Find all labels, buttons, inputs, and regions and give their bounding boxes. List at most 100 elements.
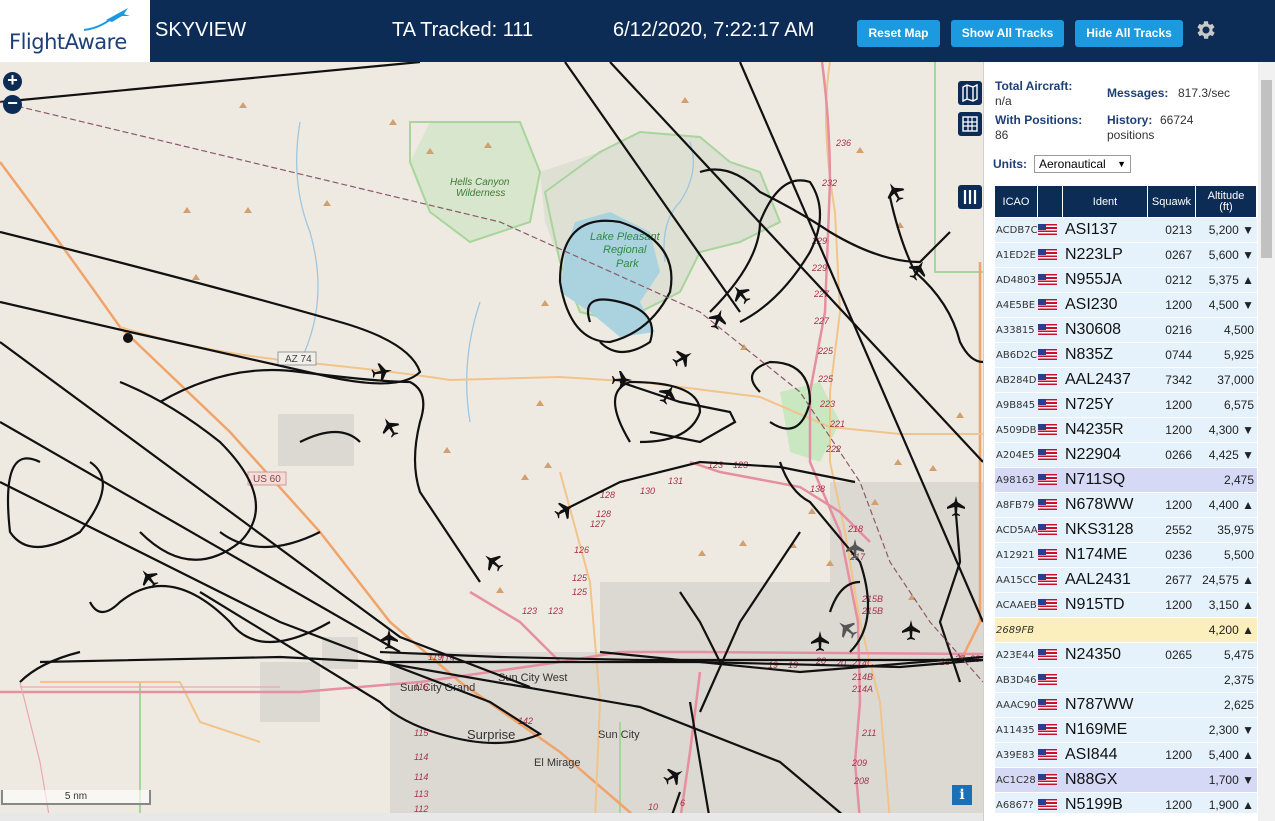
table-row[interactable]: A204E5 N22904 0266 4,425 ▼ bbox=[995, 443, 1257, 468]
route-number: 223 bbox=[819, 399, 835, 409]
cell-icao: A23E44 bbox=[996, 649, 1035, 661]
cell-squawk: 0216 bbox=[1165, 323, 1192, 337]
aircraft-icon[interactable] bbox=[670, 345, 696, 371]
flag-icon bbox=[1038, 421, 1063, 439]
table-row[interactable]: AB284D AAL2437 7342 37,000 bbox=[995, 368, 1257, 393]
cell-ident: NKS3128 bbox=[1065, 521, 1134, 538]
aircraft-icon[interactable] bbox=[612, 371, 632, 389]
cell-squawk: 1200 bbox=[1165, 798, 1192, 812]
col-ident[interactable]: Ident bbox=[1063, 186, 1148, 217]
table-row[interactable]: AA15CC AAL2431 2677 24,575 ▲ bbox=[995, 568, 1257, 593]
cell-altitude: 6,575 bbox=[1223, 398, 1254, 412]
table-row[interactable]: AD4803 N955JA 0212 5,375 ▲ bbox=[995, 268, 1257, 293]
table-row[interactable]: 2689FB 4,200 ▲ bbox=[995, 618, 1257, 643]
aircraft-icon[interactable] bbox=[728, 281, 755, 308]
map-canvas[interactable]: Hells Canyon Wilderness Lake Pleasant Re… bbox=[0, 62, 983, 821]
reset-map-button[interactable]: Reset Map bbox=[857, 20, 940, 47]
label-sun-city: Sun City bbox=[598, 729, 640, 741]
cell-squawk: 1200 bbox=[1165, 598, 1192, 612]
cell-ident: ASI844 bbox=[1065, 746, 1118, 763]
aircraft-panel: Total Aircraft: n/a With Positions: 86 M… bbox=[983, 62, 1275, 821]
grid-button[interactable] bbox=[958, 112, 982, 136]
info-icon[interactable]: i bbox=[952, 785, 972, 805]
zoom-out-button[interactable]: − bbox=[3, 94, 22, 114]
aircraft-icon[interactable] bbox=[882, 179, 908, 205]
flag-icon bbox=[1038, 646, 1063, 664]
label-regional: Regional bbox=[603, 244, 647, 256]
table-row[interactable]: A8FB79 N678WW 1200 4,400 ▲ bbox=[995, 493, 1257, 518]
grid-icon bbox=[962, 116, 978, 132]
table-row[interactable]: AB3D46 2,375 bbox=[995, 668, 1257, 693]
table-row[interactable]: A509DB N4235R 1200 4,300 ▼ bbox=[995, 418, 1257, 443]
table-row[interactable]: A1ED2E N223LP 0267 5,600 ▼ bbox=[995, 243, 1257, 268]
col-altitude[interactable]: Altitude (ft) bbox=[1196, 186, 1257, 217]
columns-button[interactable] bbox=[958, 185, 982, 209]
cell-altitude: 2,625 bbox=[1223, 698, 1254, 712]
units-select[interactable]: Aeronautical ▼ bbox=[1034, 155, 1131, 173]
table-row[interactable]: A9B845 N725Y 1200 6,575 bbox=[995, 393, 1257, 418]
cell-icao: A4E5BE bbox=[996, 299, 1036, 311]
cell-squawk: 1200 bbox=[1165, 398, 1192, 412]
history-value: 66724 bbox=[1160, 113, 1194, 127]
scrollbar-thumb[interactable] bbox=[1261, 80, 1272, 258]
table-row[interactable]: A39E83 ASI844 1200 5,400 ▲ bbox=[995, 743, 1257, 768]
map-view[interactable]: Hells Canyon Wilderness Lake Pleasant Re… bbox=[0, 62, 983, 821]
col-flag[interactable] bbox=[1038, 186, 1063, 217]
cell-icao: AB6D2C bbox=[996, 349, 1038, 361]
table-row[interactable]: AAAC90 N787WW 2,625 bbox=[995, 693, 1257, 718]
cell-icao: AD4803 bbox=[996, 274, 1036, 286]
flightaware-logo[interactable]: FlightAware bbox=[0, 0, 150, 62]
table-row[interactable]: A11435 N169ME 2,300 ▼ bbox=[995, 718, 1257, 743]
aircraft-icon[interactable] bbox=[380, 629, 398, 649]
cell-altitude: 2,475 bbox=[1223, 473, 1254, 487]
flag-icon bbox=[1038, 721, 1063, 739]
table-row[interactable]: ACAAEB N915TD 1200 3,150 ▲ bbox=[995, 593, 1257, 618]
col-squawk[interactable]: Squawk bbox=[1148, 186, 1196, 217]
cell-squawk: 1200 bbox=[1165, 498, 1192, 512]
col-icao[interactable]: ICAO bbox=[995, 186, 1038, 217]
label-surprise: Surprise bbox=[467, 727, 515, 742]
table-row[interactable]: ACDB7C ASI137 0213 5,200 ▼ bbox=[995, 218, 1257, 243]
table-row[interactable]: A6867? N5199B 1200 1,900 ▲ bbox=[995, 793, 1257, 813]
map-layer-button[interactable] bbox=[958, 81, 982, 105]
zoom-in-button[interactable]: + bbox=[3, 71, 22, 91]
cell-icao: A509DB bbox=[996, 424, 1037, 436]
cell-icao: A98163 bbox=[996, 474, 1035, 486]
aircraft-icon[interactable] bbox=[552, 497, 578, 523]
aircraft-icon[interactable] bbox=[377, 414, 403, 440]
flag-icon bbox=[1038, 546, 1063, 564]
horizontal-scrollbar[interactable] bbox=[0, 813, 983, 821]
cell-icao: A11435 bbox=[996, 724, 1035, 736]
total-aircraft-label: Total Aircraft: bbox=[995, 79, 1073, 93]
table-row[interactable]: A98163 N711SQ 2,475 bbox=[995, 468, 1257, 493]
cell-squawk: 0267 bbox=[1165, 248, 1192, 262]
cell-altitude: 3,150 ▲ bbox=[1208, 598, 1254, 612]
table-row[interactable]: A23E44 N24350 0265 5,475 bbox=[995, 643, 1257, 668]
logo-text: FlightAware bbox=[9, 30, 127, 54]
columns-icon bbox=[963, 190, 977, 204]
table-row[interactable]: A12921 N174ME 0236 5,500 bbox=[995, 543, 1257, 568]
aircraft-icon[interactable] bbox=[480, 549, 507, 576]
route-number: 227 bbox=[813, 316, 830, 326]
route-number: 127 bbox=[590, 519, 606, 529]
sidebar-scrollbar[interactable] bbox=[1258, 62, 1275, 821]
table-row[interactable]: A33815 N30608 0216 4,500 bbox=[995, 318, 1257, 343]
route-number: 125 bbox=[572, 573, 588, 583]
gear-icon[interactable] bbox=[1193, 18, 1217, 42]
table-row[interactable]: A4E5BE ASI230 1200 4,500 ▼ bbox=[995, 293, 1257, 318]
cell-ident: N955JA bbox=[1065, 271, 1122, 288]
flag-icon bbox=[1038, 396, 1063, 414]
route-number: 6 bbox=[680, 798, 685, 808]
table-row[interactable]: ACD5AA NKS3128 2552 35,975 bbox=[995, 518, 1257, 543]
cell-icao: 2689FB bbox=[996, 624, 1035, 636]
flag-icon bbox=[1038, 671, 1063, 689]
cell-squawk: 0212 bbox=[1165, 273, 1192, 287]
cell-ident: N678WW bbox=[1065, 496, 1134, 513]
plane-logo-icon bbox=[83, 8, 130, 31]
aircraft-icon[interactable] bbox=[706, 307, 730, 332]
cell-icao: AC1C28 bbox=[996, 774, 1036, 786]
table-row[interactable]: AC1C28 N88GX 1,700 ▼ bbox=[995, 768, 1257, 793]
table-row[interactable]: AB6D2C N835Z 0744 5,925 bbox=[995, 343, 1257, 368]
show-all-tracks-button[interactable]: Show All Tracks bbox=[951, 20, 1064, 47]
hide-all-tracks-button[interactable]: Hide All Tracks bbox=[1075, 20, 1183, 47]
